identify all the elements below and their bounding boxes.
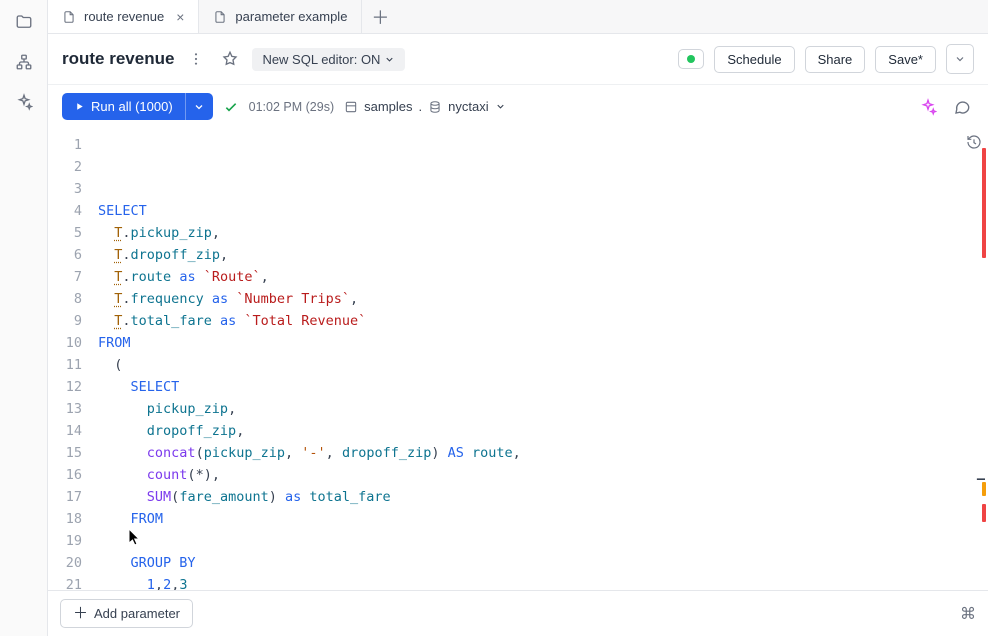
tab-parameter-example[interactable]: parameter example [199, 0, 362, 33]
folder-icon[interactable] [14, 12, 34, 32]
code-line[interactable]: ( [98, 354, 988, 376]
toolbar: Run all (1000) 01:02 PM (29s) samples . … [48, 85, 988, 128]
run-all-button[interactable]: Run all (1000) [62, 93, 185, 120]
line-number: 17 [48, 486, 82, 508]
tab-label: parameter example [235, 9, 347, 24]
line-number: 12 [48, 376, 82, 398]
page-title: route revenue [62, 49, 174, 69]
chevron-down-icon [384, 54, 395, 65]
editor-mode-chip[interactable]: New SQL editor: ON [252, 48, 405, 71]
kebab-menu-icon[interactable] [184, 47, 208, 71]
line-number: 4 [48, 200, 82, 222]
star-icon[interactable] [218, 47, 242, 71]
chevron-down-icon [193, 101, 205, 113]
editor-mode-label: New SQL editor: ON [262, 52, 380, 67]
catalog-icon [344, 100, 358, 114]
line-number: 8 [48, 288, 82, 310]
keyboard-shortcuts-icon[interactable]: ⌘ [960, 604, 976, 624]
schema-icon [428, 100, 442, 114]
sparkle-icon[interactable] [14, 92, 34, 112]
line-number: 9 [48, 310, 82, 332]
run-timestamp: 01:02 PM (29s) [249, 100, 334, 114]
code-line[interactable]: SELECT [98, 376, 988, 398]
run-more-button[interactable] [185, 93, 213, 120]
schema-icon[interactable] [14, 52, 34, 72]
line-number: 3 [48, 178, 82, 200]
code-line[interactable]: dropoff_zip, [98, 420, 988, 442]
play-icon [74, 101, 85, 112]
comment-icon[interactable] [950, 95, 974, 119]
status-dot-icon [687, 55, 695, 63]
header: route revenue New SQL editor: ON Schedul… [48, 34, 988, 85]
line-number: 19 [48, 530, 82, 552]
code-line[interactable]: SUM(fare_amount) as total_fare [98, 486, 988, 508]
code-line[interactable]: count(*), [98, 464, 988, 486]
code-editor[interactable]: 123456789101112131415161718192021 – SELE… [48, 128, 988, 590]
plus-icon: ＋ [73, 606, 88, 621]
schedule-button[interactable]: Schedule [714, 46, 794, 73]
catalog-picker[interactable]: samples . nyctaxi [344, 99, 506, 114]
line-number: 20 [48, 552, 82, 574]
line-number: 15 [48, 442, 82, 464]
code-line[interactable]: 1,2,3 [98, 574, 988, 590]
line-number: 6 [48, 244, 82, 266]
code-area[interactable]: – SELECT T.pickup_zip, T.dropoff_zip, T.… [92, 128, 988, 590]
left-rail [0, 0, 48, 636]
footer: ＋ Add parameter ⌘ [48, 590, 988, 636]
save-button[interactable]: Save* [875, 46, 936, 73]
code-line[interactable]: pickup_zip, [98, 398, 988, 420]
add-parameter-button[interactable]: ＋ Add parameter [60, 599, 193, 628]
tabstrip: route revenue × parameter example ＋ [48, 0, 988, 34]
code-line[interactable]: T.route as `Route`, [98, 266, 988, 288]
line-number: 7 [48, 266, 82, 288]
new-tab-button[interactable]: ＋ [362, 0, 398, 33]
code-line[interactable]: T.total_fare as `Total Revenue` [98, 310, 988, 332]
line-number: 11 [48, 354, 82, 376]
tab-route-revenue[interactable]: route revenue × [48, 0, 199, 33]
line-gutter: 123456789101112131415161718192021 [48, 128, 92, 590]
sql-file-icon [62, 10, 76, 24]
ai-assist-icon[interactable] [916, 95, 940, 119]
sql-file-icon [213, 10, 227, 24]
line-number: 13 [48, 398, 82, 420]
code-line[interactable]: T.frequency as `Number Trips`, [98, 288, 988, 310]
line-number: 16 [48, 464, 82, 486]
code-line[interactable]: GROUP BY [98, 552, 988, 574]
line-number: 14 [48, 420, 82, 442]
code-line[interactable]: T.pickup_zip, [98, 222, 988, 244]
save-more-button[interactable] [946, 44, 974, 74]
share-button[interactable]: Share [805, 46, 866, 73]
line-number: 1 [48, 134, 82, 156]
line-number: 21 [48, 574, 82, 596]
chevron-down-icon [495, 101, 506, 112]
line-number: 18 [48, 508, 82, 530]
line-number: 5 [48, 222, 82, 244]
code-line[interactable]: concat(pickup_zip, '-', dropoff_zip) AS … [98, 442, 988, 464]
close-icon[interactable]: × [176, 9, 184, 25]
code-line[interactable]: T.dropoff_zip, [98, 244, 988, 266]
code-line[interactable]: FROM [98, 508, 988, 530]
code-line[interactable] [98, 530, 988, 552]
tab-label: route revenue [84, 9, 164, 24]
overview-ruler: – [978, 128, 988, 590]
chevron-down-icon [954, 53, 966, 65]
code-line[interactable]: SELECT [98, 200, 988, 222]
status-indicator[interactable] [678, 49, 704, 69]
code-line[interactable]: FROM [98, 332, 988, 354]
line-number: 2 [48, 156, 82, 178]
check-icon [223, 99, 239, 115]
run-group: Run all (1000) [62, 93, 213, 120]
line-number: 10 [48, 332, 82, 354]
